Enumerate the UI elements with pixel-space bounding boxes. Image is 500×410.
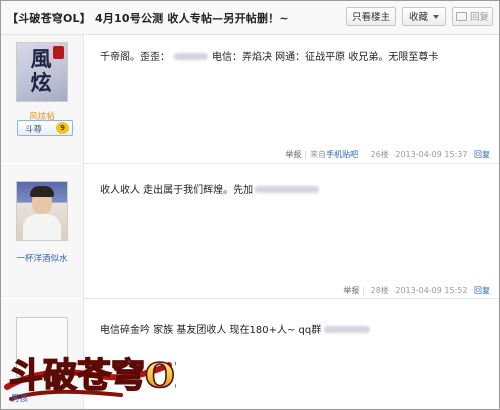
thread-header: 【斗破苍穹OL】 4月10号公测 收人专帖—另开帖删！~ 只看楼主 收藏 回复	[1, 1, 499, 35]
author-panel: 風 炫 风炫帖 斗尊 9	[1, 35, 84, 163]
source-label: 来自	[310, 150, 327, 159]
collect-label: 收藏	[408, 12, 428, 23]
post-time: 2013-04-09 15:37	[395, 150, 468, 159]
reply-button[interactable]: 回复	[452, 7, 493, 26]
reply-icon	[455, 12, 467, 21]
avatar-glyph-bottom: 炫	[30, 70, 52, 95]
badge-level: 9	[56, 122, 69, 134]
post-meta: 举报 | 来自手机贴吧 26楼 2013-04-09 15:37 回复	[285, 150, 490, 159]
redacted-text	[324, 326, 371, 333]
post-floor-28: 一杯洋酒似水 收人收人 走出属于我们辉煌。先加 举报 | 28楼 2013-04-…	[1, 164, 499, 298]
report-link[interactable]: 举报	[343, 286, 359, 295]
logo-wordmark: 斗破苍穹OL	[9, 356, 176, 396]
post-floor-26: 風 炫 风炫帖 斗尊 9 千帝阁。歪歪： 电信：弄焰决 网通：征战平原 收兄弟。无…	[1, 35, 499, 163]
author-name[interactable]: 男孩	[11, 392, 93, 404]
author-name[interactable]: 一杯洋酒似水	[1, 252, 83, 264]
avatar-glyph-top: 風	[30, 46, 52, 71]
avatar[interactable]	[16, 181, 68, 241]
redacted-text	[255, 186, 320, 193]
post-time: 2013-04-09 15:52	[395, 286, 468, 295]
content-text: 千帝阁。歪歪：	[100, 52, 170, 63]
content-text: 收人收人 走出属于我们辉煌。先加	[100, 185, 254, 196]
post-content: 千帝阁。歪歪： 电信：弄焰决 网通：征战平原 收兄弟。无限至尊卡	[100, 48, 438, 63]
reply-label: 回复	[469, 12, 489, 23]
author-panel: 一杯洋酒似水	[1, 164, 84, 298]
badge-label: 斗尊	[25, 125, 43, 135]
chevron-down-icon	[433, 15, 439, 19]
avatar[interactable]: 風 炫	[16, 42, 68, 102]
mobile-source-link[interactable]: 手机贴吧	[326, 150, 358, 159]
content-text-2: 电信：弄焰决 网通：征战平原 收兄弟。无限至尊卡	[212, 52, 439, 63]
post-content: 收人收人 走出属于我们辉煌。先加	[100, 181, 320, 196]
reply-link[interactable]: 回复	[474, 286, 490, 295]
thread-title: 【斗破苍穹OL】 4月10号公测 收人专帖—另开帖删！~	[7, 12, 289, 25]
collect-button[interactable]: 收藏	[402, 7, 446, 26]
floor-number: 28楼	[370, 286, 389, 295]
post-meta: 举报 | 28楼 2013-04-09 15:52 回复	[343, 286, 490, 295]
floor-number: 26楼	[370, 150, 389, 159]
reply-link[interactable]: 回复	[474, 150, 490, 159]
only-op-button[interactable]: 只看楼主	[346, 7, 396, 26]
thread-page: 【斗破苍穹OL】 4月10号公测 收人专帖—另开帖删！~ 只看楼主 收藏 回复 …	[0, 0, 500, 410]
level-badge[interactable]: 斗尊 9	[17, 120, 73, 136]
redacted-text	[174, 53, 208, 60]
report-link[interactable]: 举报	[285, 150, 301, 159]
